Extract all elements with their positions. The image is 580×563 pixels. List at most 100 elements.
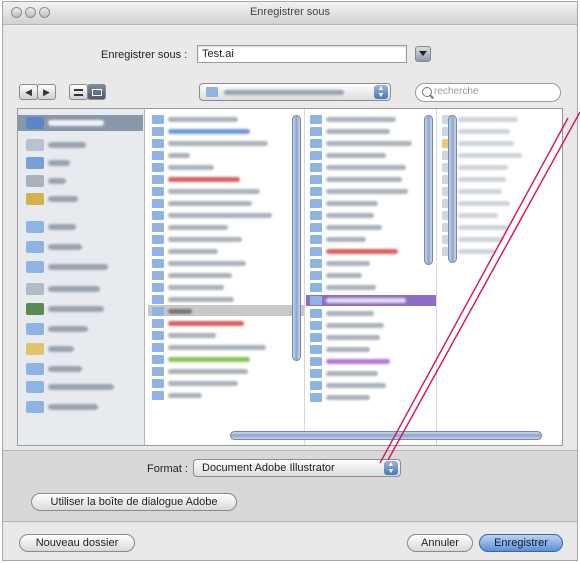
folder-icon	[206, 87, 218, 97]
folder-icon	[310, 175, 322, 184]
folder-icon	[152, 343, 164, 352]
folder-icon	[152, 331, 164, 340]
search-icon	[422, 87, 432, 97]
folder-icon	[152, 259, 164, 268]
folder-icon	[26, 363, 44, 375]
folder-icon	[152, 379, 164, 388]
browser-column-2	[306, 109, 437, 445]
folder-icon	[152, 139, 164, 148]
column-3-scrollbar[interactable]	[448, 115, 457, 263]
triangle-down-icon	[419, 51, 427, 56]
list-view-button[interactable]	[69, 84, 88, 100]
folder-icon	[310, 381, 322, 390]
folder-icon	[310, 247, 322, 256]
window-title: Enregistrer sous	[249, 6, 331, 18]
folder-icon	[152, 199, 164, 208]
folder-icon	[310, 357, 322, 366]
new-folder-button[interactable]: Nouveau dossier	[19, 534, 135, 552]
title-bar: Enregistrer sous	[3, 2, 577, 25]
list-view-icon	[74, 89, 83, 96]
folder-icon	[310, 296, 322, 305]
folder-icon	[310, 345, 322, 354]
folder-icon	[310, 393, 322, 402]
folder-icon	[310, 309, 322, 318]
back-button[interactable]: ◀	[19, 84, 38, 100]
folder-icon	[310, 187, 322, 196]
browser-column-3	[438, 109, 562, 445]
folder-icon	[152, 115, 164, 124]
folder-icon	[310, 333, 322, 342]
folder-icon	[310, 369, 322, 378]
folder-icon	[26, 261, 44, 273]
format-label: Format :	[147, 463, 188, 475]
folder-icon	[26, 401, 44, 413]
column-1-scrollbar[interactable]	[292, 115, 301, 361]
save-button[interactable]: Enregistrer	[479, 534, 563, 552]
folder-icon	[152, 223, 164, 232]
folder-icon	[310, 151, 322, 160]
folder-icon	[310, 321, 322, 330]
adobe-dialog-button[interactable]: Utiliser la boîte de dialogue Adobe	[31, 493, 237, 511]
forward-button[interactable]: ▶	[37, 84, 56, 100]
folder-icon	[152, 163, 164, 172]
popup-arrows-icon: ▲ ▼	[384, 461, 398, 475]
drive-icon	[26, 139, 44, 151]
search-placeholder: recherche	[434, 86, 479, 97]
drive-icon	[26, 157, 44, 169]
column-view-icon	[91, 89, 102, 96]
folder-icon	[152, 367, 164, 376]
folder-icon	[152, 211, 164, 220]
folder-icon	[152, 151, 164, 160]
drive-icon	[26, 175, 44, 187]
sidebar	[18, 109, 145, 445]
folder-icon	[310, 283, 322, 292]
drive-icon	[26, 193, 44, 205]
folder-icon	[26, 381, 44, 393]
save-dialog-window: Enregistrer sous Enregistrer sous : Test…	[2, 1, 578, 561]
format-panel: Format : Document Adobe Illustrator ▲ ▼ U…	[3, 450, 577, 522]
folder-icon	[310, 139, 322, 148]
horizontal-scrollbar[interactable]	[230, 431, 542, 440]
format-value: Document Adobe Illustrator	[202, 462, 335, 474]
folder-icon	[26, 221, 44, 233]
folder-icon	[152, 283, 164, 292]
browser-column-1	[148, 109, 305, 445]
expand-dialog-button[interactable]	[415, 46, 431, 62]
column-2-scrollbar[interactable]	[424, 115, 433, 265]
folder-icon	[152, 175, 164, 184]
folder-icon	[152, 319, 164, 328]
folder-icon	[26, 283, 44, 295]
folder-icon	[310, 211, 322, 220]
folder-icon	[152, 247, 164, 256]
folder-icon	[310, 127, 322, 136]
search-field[interactable]: recherche	[415, 83, 561, 102]
popup-arrows-icon: ▲ ▼	[374, 85, 388, 99]
folder-icon	[26, 303, 44, 315]
drive-icon	[26, 117, 44, 129]
file-browser	[17, 108, 563, 446]
save-as-label: Enregistrer sous :	[101, 49, 188, 61]
folder-icon	[26, 323, 44, 335]
folder-icon	[310, 259, 322, 268]
folder-icon	[26, 343, 44, 355]
column-view-button[interactable]	[87, 84, 106, 100]
folder-icon	[310, 199, 322, 208]
location-popup[interactable]: ▲ ▼	[199, 83, 391, 101]
folder-icon	[152, 355, 164, 364]
folder-icon	[26, 241, 44, 253]
location-value	[224, 90, 344, 95]
filename-field[interactable]: Test.ai	[197, 45, 407, 63]
folder-icon	[152, 307, 164, 316]
cancel-button[interactable]: Annuler	[407, 534, 473, 552]
folder-icon	[152, 295, 164, 304]
folder-icon	[310, 271, 322, 280]
folder-icon	[152, 271, 164, 280]
folder-icon	[310, 223, 322, 232]
format-popup[interactable]: Document Adobe Illustrator ▲ ▼	[193, 459, 401, 477]
folder-icon	[152, 187, 164, 196]
folder-icon	[310, 235, 322, 244]
folder-icon	[310, 115, 322, 124]
folder-icon	[152, 127, 164, 136]
folder-icon	[152, 391, 164, 400]
folder-icon	[310, 163, 322, 172]
